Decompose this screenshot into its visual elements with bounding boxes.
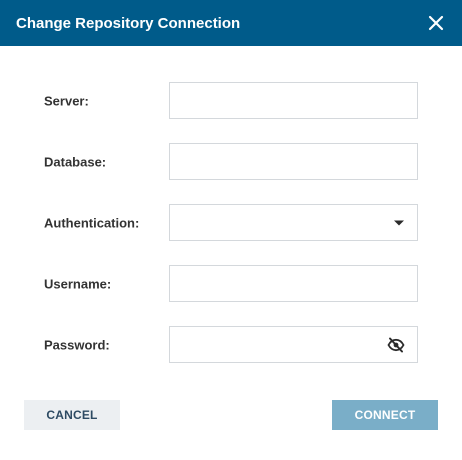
dialog-header: Change Repository Connection: [0, 0, 462, 46]
password-row: Password:: [44, 326, 418, 363]
change-repository-connection-dialog: Change Repository Connection Server: Dat…: [0, 0, 462, 460]
connect-button[interactable]: CONNECT: [332, 400, 438, 430]
database-field[interactable]: [169, 143, 418, 180]
password-field[interactable]: [169, 326, 418, 363]
authentication-row: Authentication:: [44, 204, 418, 241]
username-field[interactable]: [169, 265, 418, 302]
server-row: Server:: [44, 82, 418, 119]
username-row: Username:: [44, 265, 418, 302]
cancel-button[interactable]: CANCEL: [24, 400, 120, 430]
database-row: Database:: [44, 143, 418, 180]
close-icon[interactable]: [426, 13, 446, 33]
server-field[interactable]: [169, 82, 418, 119]
username-input[interactable]: [170, 266, 417, 301]
server-label: Server:: [44, 93, 89, 108]
eye-off-icon[interactable]: [387, 337, 405, 353]
password-label: Password:: [44, 337, 110, 352]
authentication-value[interactable]: [170, 205, 417, 240]
server-input[interactable]: [170, 83, 417, 118]
password-input[interactable]: [170, 327, 417, 362]
caret-down-icon[interactable]: [393, 219, 405, 227]
authentication-label: Authentication:: [44, 215, 140, 230]
dialog-title: Change Repository Connection: [16, 14, 241, 32]
username-label: Username:: [44, 276, 112, 291]
authentication-select[interactable]: [169, 204, 418, 241]
database-label: Database:: [44, 154, 107, 169]
database-input[interactable]: [170, 144, 417, 179]
